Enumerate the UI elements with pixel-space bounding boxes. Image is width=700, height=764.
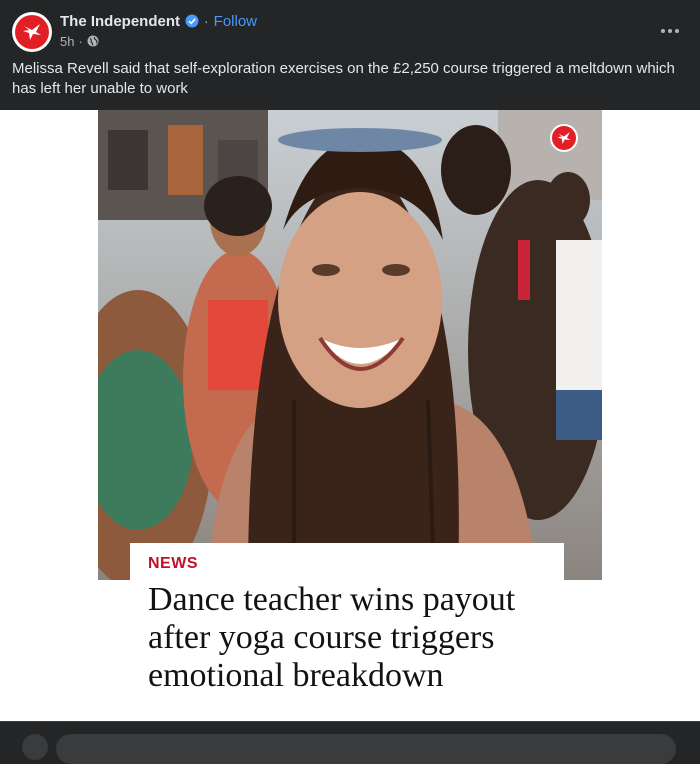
article-headline[interactable]: Dance teacher wins payout after yoga cou… (148, 581, 558, 695)
post-meta: 5h · (60, 33, 99, 49)
avatar (22, 734, 48, 760)
more-horizontal-icon (660, 21, 680, 39)
verified-badge-icon (185, 14, 199, 28)
page-name-row: The Independent · Follow (60, 11, 257, 31)
separator-dot: · (78, 33, 83, 49)
publisher-logo-icon (550, 124, 578, 152)
comment-bar (0, 721, 700, 764)
post-caption: Melissa Revell said that self-exploratio… (12, 60, 675, 97)
post-timestamp[interactable]: 5h (60, 34, 74, 49)
link-preview-card[interactable]: NEWS Dance teacher wins payout after yog… (0, 110, 700, 721)
page-name[interactable]: The Independent (60, 13, 180, 30)
page-avatar[interactable] (12, 12, 52, 52)
article-photo (98, 110, 602, 580)
separator-dot: · (204, 13, 209, 29)
section-label: NEWS (148, 555, 198, 572)
globe-icon[interactable] (87, 35, 99, 47)
more-options-button[interactable] (654, 14, 686, 46)
follow-button[interactable]: Follow (214, 13, 257, 30)
eagle-logo-icon (15, 15, 49, 49)
headline-box: NEWS Dance teacher wins payout after yog… (130, 543, 564, 721)
post-header: The Independent · Follow 5h · (0, 0, 700, 58)
